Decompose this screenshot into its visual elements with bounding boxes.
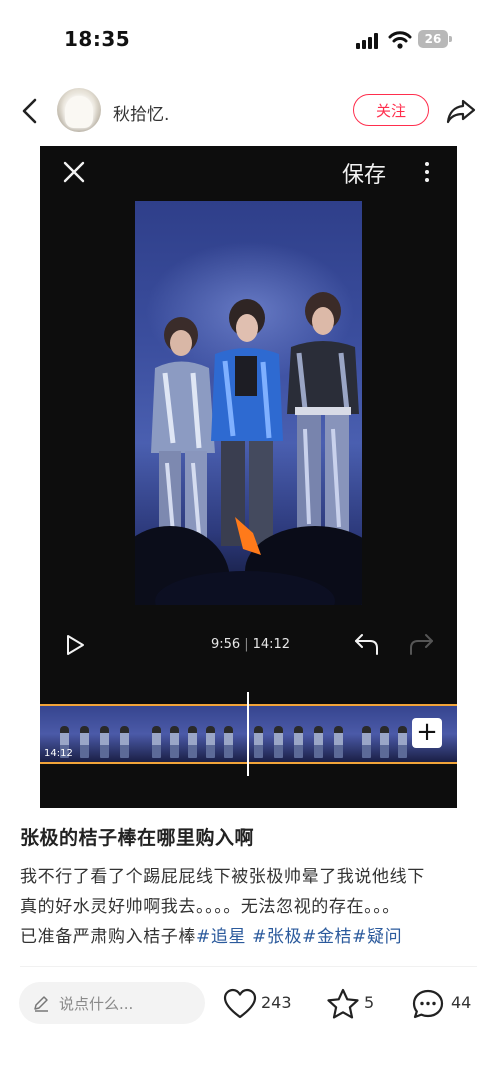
playback-time: 9:56 | 14:12 — [211, 637, 291, 652]
comment-count: 44 — [451, 993, 472, 1012]
post-body-line: 已准备严肃购入桔子棒#追星 #张极#金桔#疑问 — [20, 927, 403, 947]
timeline-frame — [248, 706, 352, 762]
post-title: 张极的桔子棒在哪里购入啊 — [20, 827, 255, 849]
hashtag-jinju[interactable]: #金桔 — [302, 927, 352, 947]
redo-icon — [410, 634, 433, 655]
save-button[interactable]: 保存 — [342, 157, 386, 189]
play-icon[interactable] — [64, 634, 86, 656]
post-header: 秋拾忆. 关注 — [0, 82, 497, 140]
status-bar: 18:35 26 — [0, 0, 497, 80]
comment-button[interactable]: 44 — [411, 988, 477, 1020]
hashtag-zhuixing[interactable]: #追星 — [196, 927, 246, 947]
undo-icon[interactable] — [354, 632, 380, 656]
more-icon[interactable] — [420, 158, 434, 186]
collect-button[interactable]: 5 — [326, 988, 378, 1020]
crowd-silhouette — [135, 517, 362, 605]
hashtag-yiwen[interactable]: #疑问 — [352, 927, 402, 947]
timeline-frame — [144, 706, 248, 762]
close-icon[interactable] — [60, 158, 88, 186]
video-frame[interactable] — [135, 201, 362, 605]
comment-icon — [412, 989, 444, 1019]
pen-icon — [34, 996, 48, 1012]
total-time: 14:12 — [252, 637, 291, 652]
follow-button[interactable]: 关注 — [353, 94, 429, 126]
battery-level: 26 — [424, 32, 442, 46]
username[interactable]: 秋拾忆. — [113, 100, 169, 125]
like-count: 243 — [261, 993, 292, 1012]
current-time: 9:56 — [211, 637, 241, 652]
share-icon[interactable] — [445, 96, 477, 126]
post-body: 我不行了看了个踢屁屁线下被张极帅晕了我说他线下 真的好水灵好帅啊我去。。。。无法… — [20, 862, 480, 952]
comment-placeholder: 说点什么... — [59, 995, 134, 1013]
heart-icon — [223, 988, 257, 1019]
hashtag-zhangji[interactable]: #张极 — [252, 927, 302, 947]
battery-icon: 26 — [418, 30, 452, 48]
video-editor-panel: 保存 9:56 | 14:12 14:12 + — [40, 146, 457, 808]
post-body-line: 真的好水灵好帅啊我去。。。。无法忽视的存在。。。 — [20, 897, 400, 917]
post-body-line: 我不行了看了个踢屁屁线下被张极帅晕了我说他线下 — [20, 867, 425, 887]
back-icon[interactable] — [16, 94, 46, 128]
status-time: 18:35 — [64, 27, 131, 51]
performer-figure — [287, 292, 359, 535]
wifi-icon — [388, 31, 412, 49]
add-clip-button[interactable]: + — [412, 718, 442, 748]
star-icon — [327, 988, 359, 1019]
timeline-playhead[interactable] — [247, 692, 249, 776]
signal-icon — [356, 33, 378, 49]
avatar[interactable] — [57, 88, 101, 132]
like-button[interactable]: 243 — [223, 988, 295, 1020]
divider — [20, 966, 477, 967]
collect-count: 5 — [364, 993, 375, 1012]
timeline-duration: 14:12 — [44, 748, 73, 759]
comment-input[interactable]: 说点什么... — [19, 982, 205, 1024]
